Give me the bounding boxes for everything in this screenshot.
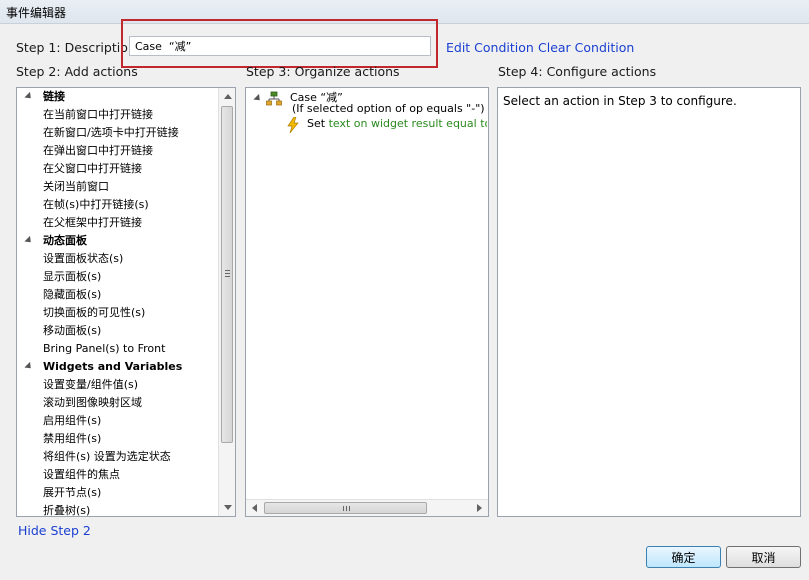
tree-action-item[interactable]: 在父窗口中打开链接 (43, 160, 142, 178)
tree-group-label: 动态面板 (43, 234, 87, 247)
scroll-down-icon[interactable] (224, 505, 232, 510)
organize-actions-panel: Case “减” (If selected option of op equal… (245, 87, 489, 517)
edit-condition-link[interactable]: Edit Condition (446, 40, 534, 55)
tree-group-label: Widgets and Variables (43, 360, 183, 373)
group-collapse-icon[interactable] (24, 235, 34, 246)
tree-action-item[interactable]: 显示面板(s) (43, 268, 101, 286)
tree-action-item[interactable]: 禁用组件(s) (43, 430, 101, 448)
tree-action-item[interactable]: 设置面板状态(s) (43, 250, 123, 268)
action-text: text on widget result equal to " (328, 117, 487, 130)
group-collapse-icon[interactable] (24, 91, 34, 102)
tree-action-item[interactable]: 切换面板的可见性(s) (43, 304, 145, 322)
case-collapse-icon[interactable] (253, 93, 263, 104)
horizontal-scroll-thumb[interactable] (264, 502, 427, 514)
tree-action-item[interactable]: 移动面板(s) (43, 322, 101, 340)
tree-action-item[interactable]: Bring Panel(s) to Front (43, 340, 165, 358)
description-input[interactable] (129, 36, 431, 56)
actions-tree: 链接在当前窗口中打开链接 在新窗口/选项卡中打开链接 在弹出窗口中打开链接 在父窗口中… (17, 88, 217, 516)
tree-action-item[interactable]: 在当前窗口中打开链接 (43, 106, 153, 124)
tree-action-item[interactable]: 设置变量/组件值(s) (43, 376, 138, 394)
step1-label: Step 1: Description (16, 40, 136, 55)
clear-condition-link[interactable]: Clear Condition (538, 40, 634, 55)
window-title: 事件编辑器 (6, 6, 67, 20)
title-bar: 事件编辑器 (0, 0, 809, 24)
scroll-right-icon[interactable] (477, 504, 482, 512)
tree-action-item[interactable]: 设置组件的焦点 (43, 466, 120, 484)
case-condition: (If selected option of op equals "-") (292, 102, 485, 115)
tree-action-item[interactable]: 滚动到图像映射区域 (43, 394, 142, 412)
scroll-up-icon[interactable] (224, 94, 232, 99)
scroll-thumb[interactable] (221, 106, 233, 443)
configure-hint: Select an action in Step 3 to configure. (503, 94, 737, 108)
action-prefix: Set (307, 117, 329, 130)
step3-label: Step 3: Organize actions (246, 64, 400, 79)
configure-actions-panel: Select an action in Step 3 to configure. (497, 87, 801, 517)
tree-action-item[interactable]: 启用组件(s) (43, 412, 101, 430)
action-item[interactable]: Set text on widget result equal to " (307, 117, 487, 130)
ok-button[interactable]: 确定 (646, 546, 721, 568)
hide-step2-link[interactable]: Hide Step 2 (18, 523, 91, 538)
tree-group-label: 链接 (43, 90, 65, 103)
cancel-button[interactable]: 取消 (726, 546, 801, 568)
tree-action-item[interactable]: 在弹出窗口中打开链接 (43, 142, 153, 160)
tree-action-item[interactable]: 在帧(s)中打开链接(s) (43, 196, 149, 214)
tree-action-item[interactable]: 隐藏面板(s) (43, 286, 101, 304)
actions-tree-panel: 链接在当前窗口中打开链接 在新窗口/选项卡中打开链接 在弹出窗口中打开链接 在父窗口中… (16, 87, 236, 517)
organize-horizontal-scrollbar[interactable] (246, 499, 488, 516)
actions-vertical-scrollbar[interactable] (218, 88, 235, 516)
tree-action-item[interactable]: 折叠树(s) (43, 502, 90, 516)
tree-action-item[interactable]: 关闭当前窗口 (43, 178, 109, 196)
case-icon (266, 91, 282, 106)
tree-action-item[interactable]: 将组件(s) 设置为选定状态 (43, 448, 171, 466)
scroll-left-icon[interactable] (252, 504, 257, 512)
tree-action-item[interactable]: 展开节点(s) (43, 484, 101, 502)
group-collapse-icon[interactable] (24, 361, 34, 372)
tree-action-item[interactable]: 在新窗口/选项卡中打开链接 (43, 124, 179, 142)
step4-label: Step 4: Configure actions (498, 64, 657, 79)
lightning-icon (287, 117, 299, 133)
step2-label: Step 2: Add actions (16, 64, 138, 79)
tree-action-item[interactable]: 在父框架中打开链接 (43, 214, 142, 232)
